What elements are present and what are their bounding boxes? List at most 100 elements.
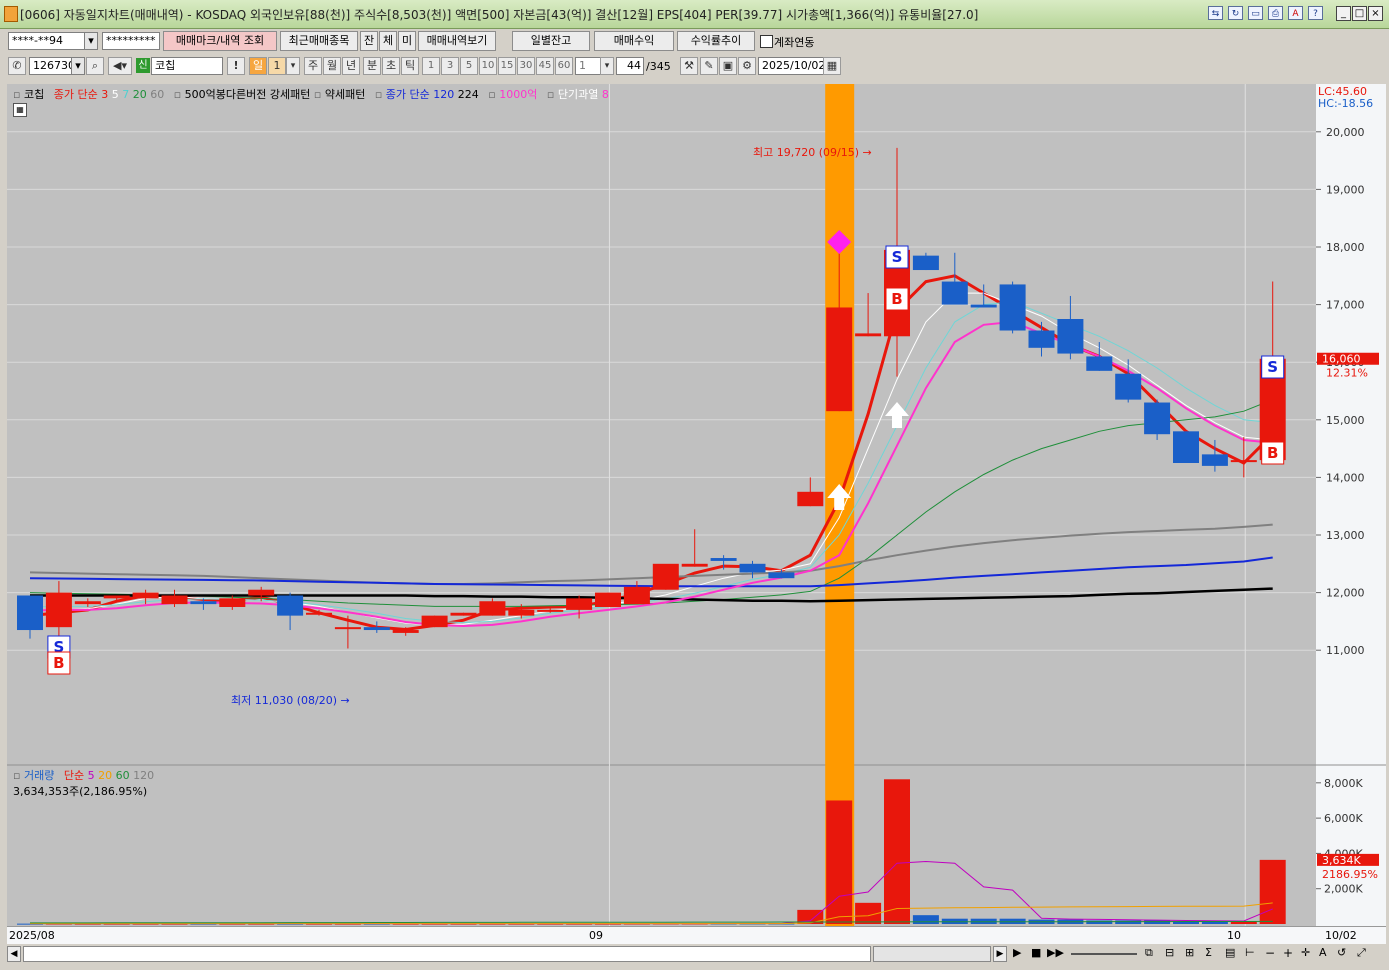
app-icon (4, 6, 18, 22)
volume-ma-5: 5 (87, 769, 95, 782)
scroll-right-icon[interactable]: ▶ (993, 946, 1007, 962)
period-year-button[interactable]: 년 (342, 57, 360, 75)
period-tick-button[interactable]: 틱 (401, 57, 419, 75)
period-day-button[interactable]: 일 (249, 57, 267, 75)
candle-body (826, 307, 853, 412)
period-minute-button[interactable]: 분 (363, 57, 381, 75)
daily-balance-button[interactable]: 일별잔고 (512, 31, 590, 51)
grid-icon[interactable]: ▤ (1225, 946, 1235, 959)
ma-line-60 (29, 523, 1273, 585)
buy-signal-sep-text: B (891, 290, 902, 308)
fast-forward-icon[interactable]: ▶▶ (1047, 946, 1064, 959)
minute-option-1[interactable]: 1 (422, 57, 440, 75)
minute-option-10[interactable]: 10 (479, 57, 497, 75)
maximize-button[interactable]: □ (1352, 6, 1367, 21)
font-icon[interactable]: A (1288, 6, 1303, 20)
legend-ma-224: 224 (457, 88, 479, 101)
unit-field[interactable]: 1 (575, 57, 601, 75)
grid-toggle-icon[interactable]: ▦ (13, 103, 27, 117)
speaker-icon[interactable]: ◀▾ (108, 57, 132, 75)
price-axis-label: 20,000 (1326, 126, 1365, 139)
minute-option-45[interactable]: 45 (536, 57, 554, 75)
executed-button[interactable]: 체 (379, 31, 397, 51)
price-axis-label: 11,000 (1326, 644, 1365, 657)
scroll-track[interactable] (23, 946, 871, 962)
period-num-field[interactable]: 1 (268, 57, 286, 75)
candle-body (855, 333, 882, 337)
fullscreen-icon[interactable]: ⤢ (1357, 946, 1366, 960)
window-icon[interactable]: ▭ (1248, 6, 1263, 20)
account-dropdown-icon[interactable]: ▾ (84, 32, 98, 50)
layout-icon[interactable]: ⧉ (1145, 946, 1153, 960)
minimize-button[interactable]: _ (1336, 6, 1351, 21)
scroll-left-icon[interactable]: ◀ (7, 946, 21, 962)
date-input[interactable]: 2025/10/02 (758, 57, 824, 75)
volume-ma-60-line (30, 920, 1273, 924)
volume-bar (884, 779, 910, 924)
text-icon[interactable]: A (1319, 946, 1327, 959)
link-icon[interactable]: ⇆ (1208, 6, 1223, 20)
current-price-text: 16,060 (1322, 353, 1361, 366)
play-icon[interactable]: ▶ (1013, 946, 1021, 959)
chart-area[interactable]: S B S B S B 최고 19,720 (09/15) → 최저 11,030 (08/2… (7, 84, 1316, 926)
price-axis-label: 19,000 (1326, 183, 1365, 196)
phone-icon[interactable]: ✆ (8, 57, 26, 75)
minute-option-3[interactable]: 3 (441, 57, 459, 75)
tools-icon[interactable]: ⚒ (680, 57, 698, 75)
minute-option-60[interactable]: 60 (555, 57, 573, 75)
minute-option-5[interactable]: 5 (460, 57, 478, 75)
search-icon[interactable]: ⌕ (86, 57, 104, 75)
period-month-button[interactable]: 월 (323, 57, 341, 75)
candle-body (797, 491, 824, 507)
unexecuted-button[interactable]: 미 (398, 31, 416, 51)
buy-signal-oct-text: B (1267, 444, 1278, 462)
stock-name-field[interactable]: 코칩 (151, 57, 223, 75)
volume-ma-label: 단순 (63, 769, 85, 782)
period-dropdown-icon[interactable]: ▾ (286, 57, 300, 75)
recent-trades-button[interactable]: 최근매매종목 (280, 31, 358, 51)
crosshair-icon[interactable]: ✛ (1301, 946, 1310, 959)
minute-option-15[interactable]: 15 (498, 57, 516, 75)
balance-button[interactable]: 잔 (360, 31, 378, 51)
stop-icon[interactable]: ■ (1031, 946, 1041, 959)
print-icon[interactable]: ⎙ (1268, 6, 1283, 20)
unit-dropdown-icon[interactable]: ▾ (600, 57, 614, 75)
scroll-thumb[interactable] (873, 946, 991, 962)
compare-icon[interactable]: ⊞ (1185, 946, 1194, 959)
split-icon[interactable]: ⊟ (1165, 946, 1174, 959)
ma-line-120 (29, 556, 1273, 588)
reset-icon[interactable]: ↺ (1337, 946, 1346, 959)
volume-bar (1086, 920, 1113, 924)
view-trades-button[interactable]: 매매내역보기 (418, 31, 496, 51)
zoom-slider[interactable] (1071, 953, 1137, 955)
volume-legend-title: 거래량 (23, 769, 55, 782)
trade-mark-query-button[interactable]: 매매마크/내역 조회 (163, 31, 277, 51)
close-button[interactable]: × (1368, 6, 1383, 21)
save-icon[interactable]: ▣ (719, 57, 737, 75)
candle-body (1115, 373, 1142, 400)
sum-icon[interactable]: Σ (1205, 946, 1212, 959)
zoom-in-icon[interactable]: + (1283, 946, 1293, 960)
candle-body (1173, 431, 1199, 463)
alert-button[interactable]: ! (227, 57, 245, 75)
settings-icon[interactable]: ⚙ (738, 57, 756, 75)
draw-icon[interactable]: ✎ (700, 57, 718, 75)
minute-option-30[interactable]: 30 (517, 57, 535, 75)
candle-body (450, 612, 477, 616)
account-link-checkbox[interactable] (760, 35, 773, 48)
password-field[interactable]: ********* (102, 32, 160, 50)
chart-scrollbar[interactable]: ◀ ▶ ▶ ■ ▶▶ ⧉ ⊟ ⊞ Σ ▤ ⊢ − + ✛ A ↺ ⤢ (7, 944, 1386, 964)
ruler-icon[interactable]: ⊢ (1245, 946, 1255, 959)
legend-ma-5: 5 (111, 88, 119, 101)
calendar-icon[interactable]: ▦ (823, 57, 841, 75)
period-second-button[interactable]: 초 (382, 57, 400, 75)
trade-return-button[interactable]: 매매수익 (594, 31, 674, 51)
zoom-out-icon[interactable]: − (1265, 946, 1275, 960)
help-icon[interactable]: ? (1308, 6, 1323, 20)
return-trend-button[interactable]: 수익률추이 (677, 31, 755, 51)
bar-count-input[interactable]: 44 (616, 57, 644, 75)
candle-body (45, 592, 72, 628)
refresh-icon[interactable]: ↻ (1228, 6, 1243, 20)
period-week-button[interactable]: 주 (304, 57, 322, 75)
stock-code-dropdown-icon[interactable]: ▾ (71, 57, 85, 75)
